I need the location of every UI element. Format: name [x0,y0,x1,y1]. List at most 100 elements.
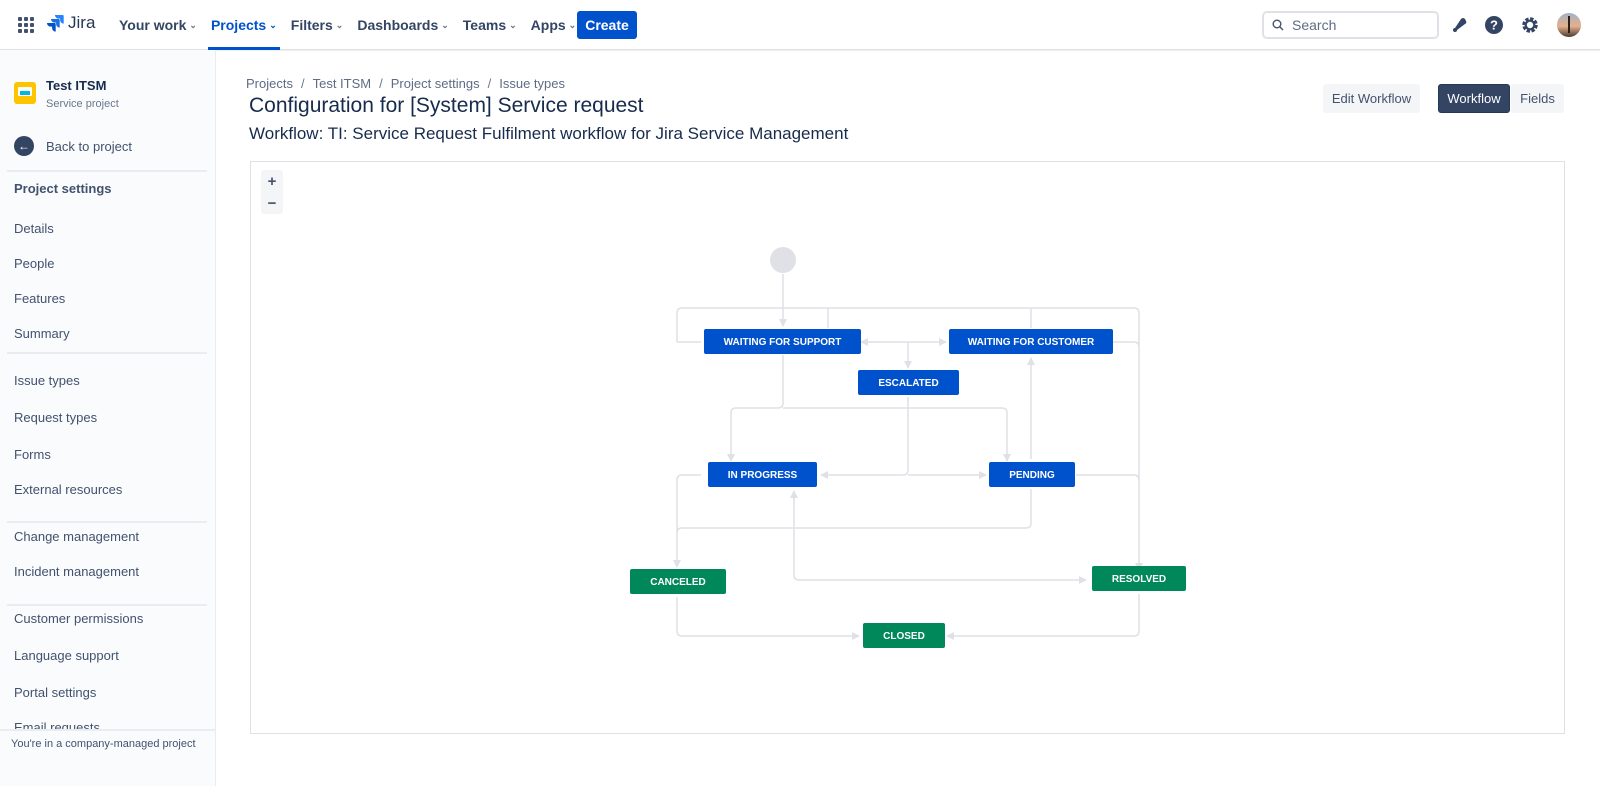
search-input[interactable]: Search [1262,11,1439,39]
help-icon: ? [1485,16,1503,34]
search-placeholder: Search [1292,17,1337,33]
status-label: RESOLVED [1112,574,1166,585]
page-title: Configuration for [System] Service reque… [249,94,644,117]
sidebar-item-incident-management[interactable]: Incident management [14,564,139,579]
workflow-view-toggle[interactable]: Workflow [1438,84,1510,113]
nav-teams[interactable]: Teams ⌄ [456,0,524,50]
status-node-esc[interactable]: ESCALATED [858,370,959,395]
transition-edge [1076,474,1140,481]
status-node-res[interactable]: RESOLVED [1092,566,1186,591]
status-node-clo[interactable]: CLOSED [863,623,945,648]
nav-label: Dashboards [357,17,439,33]
breadcrumb-issue-types[interactable]: Issue types [499,76,565,91]
workflow-name: Workflow: TI: Service Request Fulfilment… [249,124,849,143]
breadcrumb-project[interactable]: Test ITSM [313,76,372,91]
project-avatar-icon [14,82,36,104]
settings-icon [1522,17,1538,33]
nav-label: Filters [290,17,333,33]
sidebar-item-customer-permissions[interactable]: Customer permissions [14,611,143,626]
status-node-inp[interactable]: IN PROGRESS [708,462,817,487]
divider [7,352,207,354]
breadcrumb: Projects / Test ITSM / Project settings / I… [246,76,565,91]
sidebar-item-portal-settings[interactable]: Portal settings [14,685,96,700]
breadcrumb-separator: / [379,76,383,91]
sidebar-item-people[interactable]: People [14,256,54,271]
status-label: PENDING [1009,470,1055,481]
workflow-diagram: WAITING FOR SUPPORT WAITING FOR CUSTOMER E… [630,247,1186,648]
breadcrumb-separator: / [300,76,305,91]
transition-edge [946,594,1140,640]
chevron-down-icon: ⌄ [509,19,517,30]
sidebar-item-summary[interactable]: Summary [14,326,70,341]
chevron-down-icon: ⌄ [441,19,449,30]
chevron-down-icon: ⌄ [335,19,344,30]
chevron-down-icon: ⌄ [568,19,577,30]
breadcrumb-projects[interactable]: Projects [246,76,293,91]
product-name: Jira [68,13,96,32]
sidebar: Test ITSM Service project ← Back to proj… [0,50,216,786]
status-node-can[interactable]: CANCELED [630,569,726,594]
jira-logo[interactable]: Jira [46,13,95,33]
sidebar-item-change-management[interactable]: Change management [14,529,139,544]
sidebar-item-issue-types[interactable]: Issue types [14,373,80,388]
project-type: Service project [46,98,119,110]
nav-label: Teams [462,17,507,33]
top-navigation-bar: Jira Your work ⌄ Projects ⌄ Filters ⌄ Dashb… [0,0,1600,50]
breadcrumb-project-settings[interactable]: Project settings [391,76,480,91]
jira-logo-icon [47,15,64,32]
primary-nav: Your work ⌄ Projects ⌄ Filters ⌄ Dashboards… [112,0,583,50]
settings-button[interactable] [1518,13,1542,37]
status-node-pen[interactable]: PENDING [989,462,1075,487]
divider [7,521,207,523]
nav-filters[interactable]: Filters ⌄ [284,0,351,50]
sidebar-item-language-support[interactable]: Language support [14,648,119,663]
svg-text:?: ? [1490,18,1498,33]
start-node [770,247,796,273]
nav-projects[interactable]: Projects ⌄ [204,0,284,50]
nav-your-work[interactable]: Your work ⌄ [112,0,204,50]
sidebar-item-external-resources[interactable]: External resources [14,482,122,497]
nav-label: Projects [210,17,267,33]
transition-edge [676,489,1032,534]
nav-apps[interactable]: Apps ⌄ [524,0,584,50]
status-label: ESCALATED [878,378,938,389]
app-switcher-icon[interactable] [18,17,34,33]
transition-edge [673,474,701,568]
notifications-icon [1453,18,1467,32]
transition-edge [783,407,1011,462]
status-label: WAITING FOR SUPPORT [724,337,842,348]
sidebar-item-features[interactable]: Features [14,291,65,306]
project-name: Test ITSM [46,78,107,93]
edit-workflow-button[interactable]: Edit Workflow [1323,84,1420,113]
create-button[interactable]: Create [577,11,637,39]
breadcrumb-separator: / [487,76,492,91]
section-title: Project settings [14,181,112,196]
fields-view-toggle[interactable]: Fields [1511,84,1564,113]
transition-edge [1113,341,1140,348]
status-label: IN PROGRESS [728,470,798,481]
transition-edge [727,355,784,462]
chevron-down-icon: ⌄ [269,19,277,30]
status-label: CLOSED [883,631,925,642]
project-management-type: You're in a company-managed project [11,738,196,750]
divider [7,604,207,606]
sidebar-footer: You're in a company-managed project [0,729,215,786]
avatar[interactable] [1557,13,1581,37]
help-button[interactable]: ? [1482,13,1506,37]
nav-dashboards[interactable]: Dashboards ⌄ [350,0,455,50]
sidebar-item-details[interactable]: Details [14,221,54,236]
status-node-wfs[interactable]: WAITING FOR SUPPORT [704,329,861,354]
status-node-wfc[interactable]: WAITING FOR CUSTOMER [949,329,1113,354]
sidebar-item-request-types[interactable]: Request types [14,410,97,425]
back-to-project-link[interactable]: ← Back to project [14,136,132,156]
back-label: Back to project [46,138,132,154]
status-label: CANCELED [650,577,706,588]
notifications-button[interactable] [1447,13,1471,37]
sidebar-item-forms[interactable]: Forms [14,447,51,462]
transition-edge [793,491,1087,584]
project-header: Test ITSM Service project [14,78,119,110]
arrow-left-icon: ← [14,136,34,156]
nav-label: Apps [530,17,566,33]
workflow-diagram-canvas[interactable]: + − WAITING FOR SUPPORT WAITING FOR CUST… [250,161,1565,734]
search-icon [1272,19,1284,31]
